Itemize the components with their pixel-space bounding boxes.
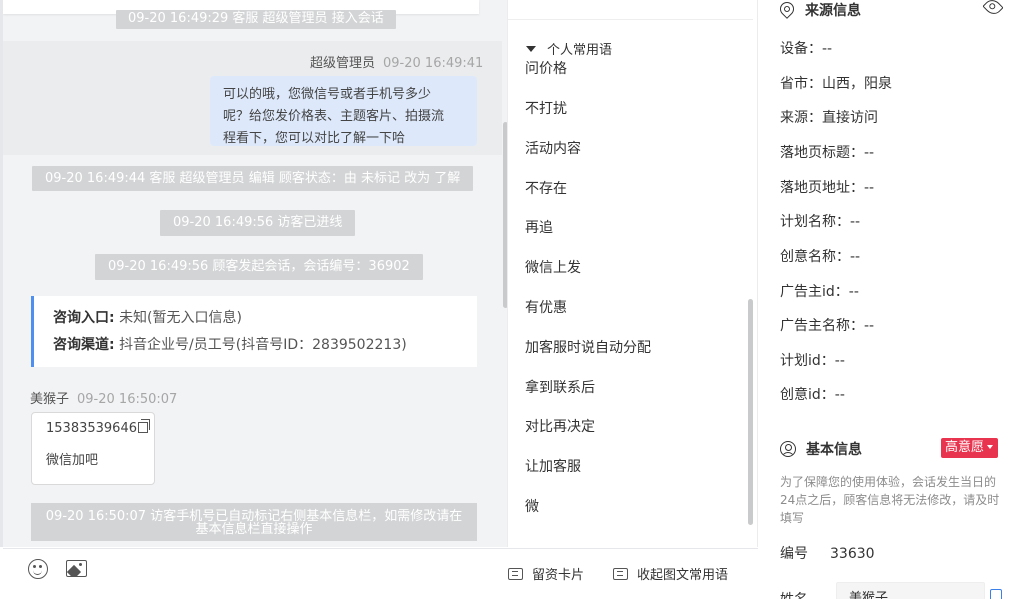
intent-badge[interactable]: 高意愿	[941, 438, 999, 458]
user-icon	[780, 441, 796, 457]
chevron-down-icon	[987, 445, 994, 449]
phrase-group-toggle[interactable]: 个人常用语	[526, 39, 612, 58]
card-icon	[508, 568, 523, 580]
phrase-item[interactable]: 有优惠	[525, 297, 567, 317]
customer-name-label: 姓名	[780, 589, 808, 599]
phrase-item[interactable]: 再追	[525, 217, 553, 237]
phrases-scrollbar[interactable]	[748, 299, 753, 525]
source-field-plan-name: 计划名称：--	[780, 214, 861, 230]
phrases-icon	[613, 568, 628, 580]
phrase-item[interactable]: 问价格	[525, 58, 567, 78]
intent-badge-label: 高意愿	[945, 440, 985, 455]
consult-entry-label: 咨询入口:	[53, 310, 115, 326]
agent-message-line: 呢？给您发价格表、主题客片、拍摄流	[223, 109, 445, 124]
source-field-device: 设备：--	[780, 41, 833, 57]
source-field-region: 省市：山西，阳泉	[780, 76, 892, 92]
phrase-item[interactable]: 不打扰	[525, 98, 567, 118]
consult-channel-label: 咨询渠道:	[53, 337, 115, 353]
source-field-creative-name: 创意名称：--	[780, 249, 861, 265]
agent-message-line: 可以的哦，您微信号或者手机号多少	[223, 87, 432, 102]
consult-channel-value: 抖音企业号/员工号(抖音号ID：2839502213)	[119, 337, 407, 353]
agent-message-line: 程看下，您可以对比了解一下哈	[223, 131, 406, 146]
consult-entry-value: 未知(暂无入口信息)	[119, 310, 242, 326]
source-field-advertiser-id: 广告主id：--	[780, 284, 859, 300]
customer-name-input[interactable]: 美猴子	[836, 582, 985, 599]
phrase-item[interactable]: 加客服时说自动分配	[525, 337, 651, 357]
emoji-icon[interactable]	[28, 559, 48, 579]
source-info-header: 来源信息	[777, 0, 861, 20]
customer-id-value: 33630	[830, 546, 875, 562]
system-message-status-change: 09-20 16:49:44 客服 超级管理员 编辑 顾客状态：由 未标记 改为…	[32, 166, 474, 191]
view-icon[interactable]	[982, 0, 1004, 18]
lead-card-button[interactable]: 留资卡片	[508, 564, 584, 583]
consult-channel-row: 咨询渠道: 抖音企业号/员工号(抖音号ID：2839502213)	[53, 332, 477, 359]
agent-message-header: 超级管理员 09-20 16:49:41	[310, 52, 483, 71]
source-info-title: 来源信息	[805, 3, 861, 19]
visitor-message-time: 09-20 16:50:07	[77, 392, 178, 407]
system-message-agent-joined: 09-20 16:49:29 客服 超级管理员 接入会话	[116, 10, 396, 29]
phrase-group-label: 个人常用语	[547, 43, 613, 58]
customer-info-panel: 来源信息 设备：-- 省市：山西，阳泉 来源：直接访问 落地页标题：-- 落地页…	[759, 0, 1024, 599]
system-message-session-started: 09-20 16:49:56 顾客发起会话，会话编号：36902	[95, 254, 423, 280]
lead-card-label: 留资卡片	[532, 568, 585, 583]
source-field-plan-id: 计划id：--	[780, 353, 845, 369]
chat-panel[interactable]: 09-20 16:49:29 客服 超级管理员 接入会话 超级管理员 09-20 …	[0, 0, 507, 547]
customer-service-workspace: 09-20 16:49:29 客服 超级管理员 接入会话 超级管理员 09-20 …	[0, 0, 1024, 599]
basic-info-header: 基本信息	[780, 439, 862, 459]
collapse-phrases-label: 收起图文常用语	[637, 568, 729, 583]
visitor-message-header: 美猴子 09-20 16:50:07	[30, 388, 177, 407]
common-phrases-panel: 个人常用语 问价格 不打扰 活动内容 不存在 再追 微信上发 有优惠 加客服时说…	[507, 0, 758, 547]
consult-info-card: 咨询入口: 未知(暂无入口信息) 咨询渠道: 抖音企业号/员工号(抖音号ID：2…	[31, 296, 477, 367]
phrase-item[interactable]: 微	[525, 496, 539, 516]
agent-name: 超级管理员	[310, 56, 376, 71]
agent-message-bubble: 可以的哦，您微信号或者手机号多少 呢？给您发价格表、主题客片、拍摄流 程看下，您…	[210, 76, 477, 146]
copy-icon[interactable]	[137, 419, 150, 433]
phrase-item[interactable]: 让加客服	[525, 456, 581, 476]
system-message-line: 基本信息栏直接操作	[195, 522, 313, 537]
system-message-visitor-entered: 09-20 16:49:56 访客已进线	[160, 210, 356, 236]
visitor-phone[interactable]: 15383539646	[46, 421, 137, 436]
caret-down-icon	[526, 46, 536, 52]
source-field-landing-title: 落地页标题：--	[780, 145, 875, 161]
basic-info-hint: 为了保障您的使用体验，会话发生当日的24点之后，顾客信息将无法修改，请及时填写	[780, 475, 1000, 525]
phrase-item[interactable]: 对比再决定	[525, 416, 595, 436]
basic-info-title: 基本信息	[806, 442, 862, 458]
image-icon[interactable]	[66, 560, 87, 577]
consult-entry-row: 咨询入口: 未知(暂无入口信息)	[53, 305, 477, 332]
edit-icon[interactable]	[990, 589, 1002, 599]
customer-id-row: 编号 33630	[780, 543, 875, 563]
system-message-auto-mark: 09-20 16:50:07 访客手机号已自动标记右侧基本信息栏，如需修改请在 …	[31, 503, 477, 541]
visitor-message-text: 微信加吧	[46, 453, 99, 468]
location-pin-icon	[777, 0, 797, 19]
agent-message-time: 09-20 16:49:41	[383, 56, 484, 71]
input-toolbar: 留资卡片 收起图文常用语	[3, 548, 758, 599]
visitor-name: 美猴子	[30, 392, 70, 407]
divider	[508, 19, 753, 20]
phrase-item[interactable]: 活动内容	[525, 138, 581, 158]
source-field-advertiser-name: 广告主名称：--	[780, 318, 875, 334]
customer-id-label: 编号	[780, 546, 808, 562]
source-field-source: 来源：直接访问	[780, 110, 878, 126]
phrase-item[interactable]: 拿到联系后	[525, 377, 595, 397]
visitor-phone-row: 15383539646	[46, 419, 154, 436]
visitor-message-card: 15383539646 微信加吧	[31, 412, 155, 485]
phrase-item[interactable]: 不存在	[525, 178, 567, 198]
source-field-creative-id: 创意id：--	[780, 387, 845, 403]
phrase-item[interactable]: 微信上发	[525, 257, 581, 277]
source-field-landing-url: 落地页地址：--	[780, 180, 875, 196]
collapse-phrases-button[interactable]: 收起图文常用语	[613, 564, 728, 583]
